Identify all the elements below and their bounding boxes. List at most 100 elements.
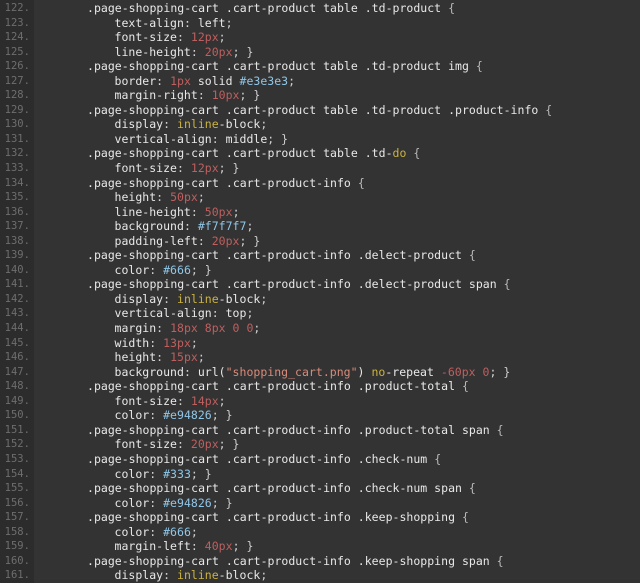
code-line[interactable]: 157. .page-shopping-cart .cart-product-in… (0, 510, 640, 525)
line-number: 133. (4, 162, 30, 175)
code-token: : (183, 219, 198, 234)
code-line[interactable]: 123. text-align: left; (0, 16, 640, 31)
line-number: 155. (4, 482, 30, 495)
code-token: : (190, 44, 205, 59)
code-editor-view[interactable]: 122. .page-shopping-cart .cart-product ta… (0, 0, 640, 583)
code-token: { (413, 146, 421, 161)
code-line[interactable]: 150. color: #e94826; } (0, 408, 640, 423)
code-token: -block (218, 291, 261, 306)
code-line[interactable]: 147. background: url("shopping_cart.png")… (0, 365, 640, 380)
code-line[interactable]: 127. border: 1px solid #e3e3e3; (0, 74, 640, 89)
line-number: 147. (4, 365, 30, 378)
code-token: ; (260, 291, 268, 306)
code-line[interactable]: 161. display: inline-block; (0, 568, 640, 583)
code-line[interactable]: 159. margin-left: 40px; } (0, 539, 640, 554)
line-number: 126. (4, 60, 30, 73)
line-number: 125. (4, 45, 30, 58)
code-token: : (211, 131, 226, 146)
code-line[interactable]: 128. margin-right: 10px; } (0, 88, 640, 103)
code-token: .page-shopping-cart .cart-product-info .… (87, 510, 462, 525)
code-line[interactable]: 151. .page-shopping-cart .cart-product-in… (0, 423, 640, 438)
code-text: .page-shopping-cart .cart-product table … (34, 1, 455, 16)
code-token: 18px 8px 0 0 (170, 321, 254, 336)
code-text: color: #e94826; } (34, 408, 233, 423)
code-token: : (163, 291, 177, 306)
code-token: : (149, 335, 164, 350)
line-number: 123. (4, 16, 30, 29)
code-token: ; (218, 30, 226, 45)
code-line[interactable]: 144. margin: 18px 8px 0 0; (0, 321, 640, 336)
code-line[interactable]: 129. .page-shopping-cart .cart-product ta… (0, 103, 640, 118)
code-line[interactable]: 149. font-size: 14px; (0, 394, 640, 409)
code-text: display: inline-block; (34, 568, 268, 583)
code-line[interactable]: 156. color: #e94826; } (0, 496, 640, 511)
code-line[interactable]: 124. font-size: 12px; (0, 30, 640, 45)
code-line[interactable]: 140. color: #666; } (0, 263, 640, 278)
code-line[interactable]: 158. color: #666; (0, 525, 640, 540)
code-token: ; (260, 568, 268, 583)
code-text: margin-right: 10px; } (34, 88, 261, 103)
code-line[interactable]: 155. .page-shopping-cart .cart-product-in… (0, 481, 640, 496)
code-line[interactable]: 141. .page-shopping-cart .cart-product-in… (0, 277, 640, 292)
line-number: 149. (4, 394, 30, 407)
code-token: -block (218, 117, 261, 132)
code-token: { (545, 102, 553, 117)
code-line[interactable]: 143. vertical-align: top; (0, 306, 640, 321)
code-token: font-size (114, 393, 177, 408)
code-line[interactable]: 125. line-height: 20px; } (0, 45, 640, 60)
code-token: -repeat (385, 364, 441, 379)
code-token: : (156, 350, 171, 365)
code-text: font-size: 12px; } (34, 161, 240, 176)
code-line[interactable]: 154. color: #333; } (0, 467, 640, 482)
code-text: font-size: 20px; } (34, 437, 240, 452)
code-token: inline (177, 117, 219, 132)
code-line[interactable]: 122. .page-shopping-cart .cart-product ta… (0, 1, 640, 16)
line-number: 138. (4, 234, 30, 247)
code-line[interactable]: 126. .page-shopping-cart .cart-product ta… (0, 59, 640, 74)
code-line[interactable]: 139. .page-shopping-cart .cart-product-in… (0, 248, 640, 263)
code-token: #333 (163, 466, 191, 481)
code-token: inline (177, 568, 219, 583)
code-token: ; } (218, 437, 240, 452)
code-text: .page-shopping-cart .cart-product table … (34, 103, 552, 118)
code-token: 40px (204, 539, 233, 554)
code-token: : (211, 306, 226, 321)
code-token: : (149, 466, 164, 481)
code-text: vertical-align: middle; } (34, 131, 289, 147)
code-line[interactable]: 153. .page-shopping-cart .cart-product-in… (0, 452, 640, 467)
code-token: font-size (114, 161, 177, 176)
code-line[interactable]: 146. height: 15px; (0, 350, 640, 365)
code-text: .page-shopping-cart .cart-product table … (34, 59, 483, 74)
code-text: line-height: 20px; } (34, 44, 254, 60)
code-token: { (461, 379, 469, 394)
code-token: ; } (232, 539, 254, 554)
code-token: : (149, 408, 164, 423)
code-text: line-height: 50px; (34, 205, 240, 220)
code-line[interactable]: 134. .page-shopping-cart .cart-product-in… (0, 176, 640, 191)
line-number: 158. (4, 525, 30, 538)
line-number: 135. (4, 191, 30, 204)
code-line[interactable]: 135. height: 50px; (0, 190, 640, 205)
line-number: 154. (4, 467, 30, 480)
code-line[interactable]: 137. background: #f7f7f7; (0, 219, 640, 234)
code-line[interactable]: 130. display: inline-block; (0, 117, 640, 132)
code-line[interactable]: 148. .page-shopping-cart .cart-product-in… (0, 379, 640, 394)
code-token: ; } (218, 161, 240, 176)
code-line[interactable]: 152. font-size: 20px; } (0, 437, 640, 452)
code-line[interactable]: 145. width: 13px; (0, 336, 640, 351)
code-line[interactable]: 131. vertical-align: middle; } (0, 132, 640, 147)
code-token: line-height (114, 204, 191, 219)
code-token: top (225, 306, 247, 321)
code-content-area[interactable]: 122. .page-shopping-cart .cart-product ta… (0, 0, 640, 583)
code-line[interactable]: 133. font-size: 12px; } (0, 161, 640, 176)
code-line[interactable]: 142. display: inline-block; (0, 292, 640, 307)
code-line[interactable]: 136. line-height: 50px; (0, 205, 640, 220)
code-text: text-align: left; (34, 16, 233, 31)
code-token: inline (177, 291, 219, 306)
code-token: font-size (114, 30, 177, 45)
code-line[interactable]: 138. padding-left: 20px; } (0, 234, 640, 249)
code-token: { (434, 451, 442, 466)
code-token: text-align (114, 15, 184, 30)
code-line[interactable]: 132. .page-shopping-cart .cart-product ta… (0, 146, 640, 161)
code-line[interactable]: 160. .page-shopping-cart .cart-product-in… (0, 554, 640, 569)
